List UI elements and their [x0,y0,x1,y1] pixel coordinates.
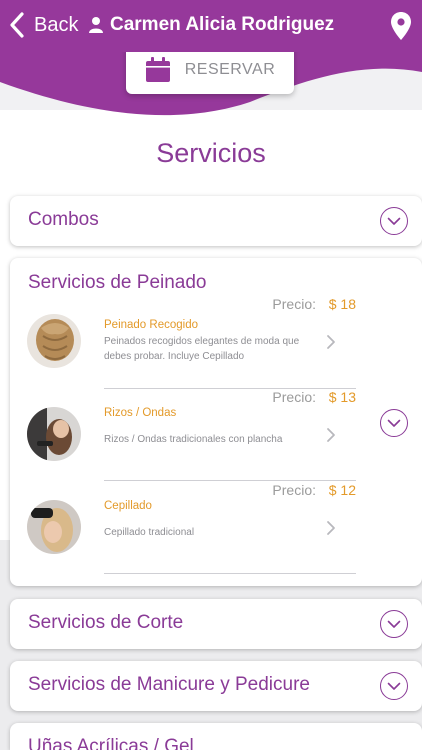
user-info: Carmen Alicia Rodriguez [88,14,334,36]
category-title: Servicios de Manicure y Pedicure [28,674,310,695]
price-value: $ 13 [328,389,356,405]
category-card-combos[interactable]: Combos [10,196,422,246]
service-photo [27,500,81,554]
navigation-bar: Back Carmen Alicia Rodriguez [0,0,422,52]
service-item[interactable]: Precio: $ 18 Peinado Recogido Peinados r… [10,296,422,404]
service-divider [104,388,356,389]
person-icon [89,17,103,33]
category-card-corte[interactable]: Servicios de Corte [10,599,422,649]
service-item[interactable]: Precio: $ 13 Rizos / Ondas Rizos / Ondas… [10,389,422,497]
service-divider [104,480,356,481]
price-value: $ 12 [328,482,356,498]
location-pin-icon[interactable] [390,11,412,41]
category-title: Servicios de Corte [28,612,184,633]
service-name: Cepillado [104,500,152,512]
category-card-manicure[interactable]: Servicios de Manicure y Pedicure [10,661,422,711]
calendar-icon [145,57,170,82]
service-name: Peinado Recogido [104,319,198,331]
chevron-right-icon[interactable] [326,520,336,536]
service-description: Rizos / Ondas tradicionales con plancha [104,434,283,445]
category-title: Uñas Acrílicas / Gel [28,736,194,750]
chevron-right-icon[interactable] [326,334,336,350]
service-name: Rizos / Ondas [104,407,177,419]
price-value: $ 18 [328,296,356,312]
service-description: Cepillado tradicional [104,527,195,538]
category-title[interactable]: Servicios de Peinado [28,272,207,294]
reservar-button[interactable]: RESERVAR [126,46,294,94]
expand-chevron-icon[interactable] [380,207,408,235]
service-description: Peinados recogidos elegantes de moda que… [104,336,300,362]
service-photo [27,407,81,461]
price-label: Precio: [272,389,316,405]
service-photo [27,314,81,368]
reservar-label: RESERVAR [184,61,276,78]
chevron-right-icon[interactable] [326,427,336,443]
back-label: Back [34,13,79,36]
service-item[interactable]: Precio: $ 12 Cepillado Cepillado tradici… [10,482,422,590]
page-title: Servicios [156,138,266,168]
category-card-peinado: Servicios de Peinado Precio: $ 18 Peinad… [10,258,422,586]
price-label: Precio: [272,482,316,498]
price-label: Precio: [272,296,316,312]
category-card-unas[interactable]: Uñas Acrílicas / Gel [10,723,422,750]
back-button[interactable]: Back [8,11,78,39]
user-name: Carmen Alicia Rodriguez [110,14,335,35]
expand-chevron-icon[interactable] [380,610,408,638]
category-title: Combos [28,209,99,230]
expand-chevron-icon[interactable] [380,672,408,700]
chevron-left-icon [10,12,24,38]
service-divider [104,573,356,574]
